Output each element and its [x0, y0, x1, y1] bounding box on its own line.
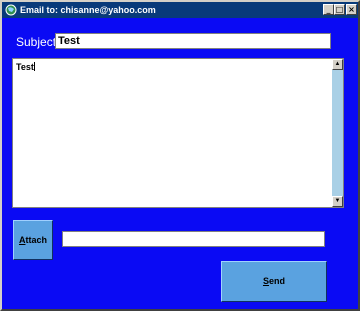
window-title: Email to: chisanne@yahoo.com: [20, 5, 156, 15]
attach-button[interactable]: Attach: [13, 220, 53, 260]
arrow-down-icon[interactable]: ▼: [332, 196, 343, 207]
globe-icon: [5, 4, 17, 16]
maximize-button[interactable]: □: [334, 4, 345, 15]
message-body-text: Test: [16, 62, 35, 72]
send-button[interactable]: Send: [221, 261, 327, 302]
message-body-textarea[interactable]: Test ▲ ▼: [12, 58, 344, 208]
title-bar[interactable]: Email to: chisanne@yahoo.com _ □ ×: [2, 2, 358, 18]
subject-label: Subject:: [16, 35, 60, 49]
email-window: Email to: chisanne@yahoo.com _ □ × Subje…: [0, 0, 360, 311]
minimize-button[interactable]: _: [323, 4, 334, 15]
text-caret: [33, 62, 35, 71]
arrow-up-icon[interactable]: ▲: [332, 59, 343, 70]
subject-input[interactable]: Test: [55, 33, 331, 49]
close-button[interactable]: ×: [346, 4, 357, 15]
attachment-path-field[interactable]: [62, 231, 325, 247]
vertical-scrollbar[interactable]: ▲ ▼: [332, 59, 343, 207]
